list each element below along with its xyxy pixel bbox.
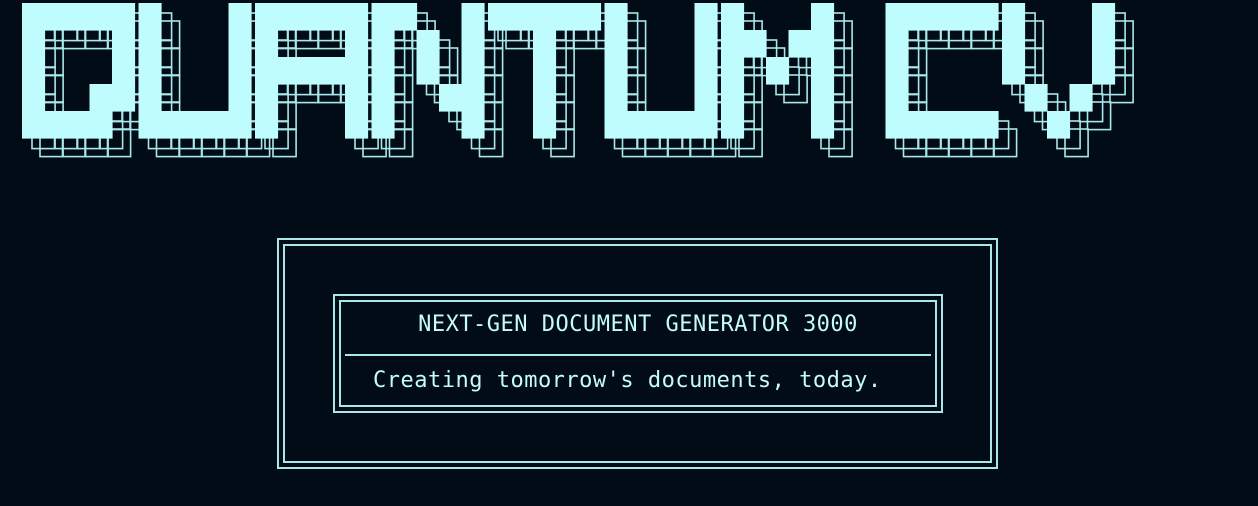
banner-letter-t [488,3,620,158]
banner-letter-n [371,3,504,158]
banner-letter-a [255,3,387,158]
ascii-banner-logo [0,0,1258,190]
panel-title: NEXT-GEN DOCUMENT GENERATOR 3000 [418,312,858,337]
banner-letter-v [1002,3,1134,158]
panel-divider [345,354,931,356]
panel-tagline: Creating tomorrow's documents, today. [373,368,882,393]
banner-letter-q [22,3,154,158]
banner-letter-m [721,3,853,158]
header-panel: NEXT-GEN DOCUMENT GENERATOR 3000 Creatin… [333,294,943,413]
banner-svg [22,3,1134,158]
banner-letter-c [885,3,1018,158]
banner-letter-u [604,3,737,158]
banner-letter-u [138,3,271,158]
